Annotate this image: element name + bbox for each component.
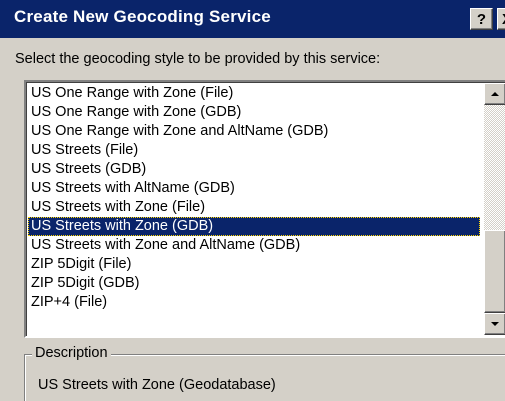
- list-item[interactable]: US Streets (File): [28, 141, 480, 160]
- list-item[interactable]: US One Range with Zone (GDB): [28, 103, 480, 122]
- vertical-scrollbar[interactable]: [484, 83, 505, 335]
- close-button[interactable]: X: [497, 8, 505, 30]
- list-items: US One Range with Zone (File) US One Rang…: [28, 84, 480, 312]
- list-item[interactable]: US One Range with Zone and AltName (GDB): [28, 122, 480, 141]
- description-text: US Streets with Zone (Geodatabase): [38, 377, 276, 393]
- list-item[interactable]: US Streets (GDB): [28, 160, 480, 179]
- up-arrow-icon: [491, 92, 499, 96]
- scroll-up-button[interactable]: [484, 83, 505, 105]
- list-item[interactable]: US Streets with AltName (GDB): [28, 179, 480, 198]
- geocoding-style-list[interactable]: US One Range with Zone (File) US One Rang…: [24, 80, 505, 338]
- list-item[interactable]: ZIP 5Digit (File): [28, 255, 480, 274]
- title-bar: Create New Geocoding Service ? X: [0, 0, 505, 38]
- list-item[interactable]: US One Range with Zone (File): [28, 84, 480, 103]
- instruction-label: Select the geocoding style to be provide…: [15, 51, 381, 67]
- down-arrow-icon: [491, 322, 499, 326]
- list-item[interactable]: ZIP+4 (File): [28, 293, 480, 312]
- list-item[interactable]: US Streets with Zone (GDB): [28, 217, 480, 236]
- scroll-thumb[interactable]: [484, 230, 505, 313]
- list-item[interactable]: US Streets with Zone (File): [28, 198, 480, 217]
- description-label: Description: [32, 345, 111, 361]
- scroll-down-button[interactable]: [484, 313, 505, 335]
- window-title: Create New Geocoding Service: [14, 7, 271, 26]
- list-item[interactable]: ZIP 5Digit (GDB): [28, 274, 480, 293]
- help-button[interactable]: ?: [470, 8, 493, 30]
- list-item[interactable]: US Streets with Zone and AltName (GDB): [28, 236, 480, 255]
